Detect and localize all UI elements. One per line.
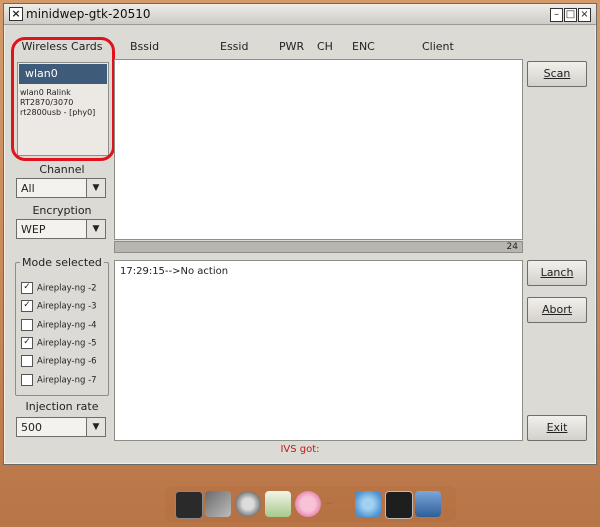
injection-rate-value: 500 bbox=[21, 421, 42, 434]
exit-button[interactable]: Exit bbox=[527, 415, 587, 441]
injection-rate-label: Injection rate bbox=[25, 400, 99, 413]
column-header-pwr[interactable]: PWR bbox=[279, 40, 304, 53]
tools-icon[interactable] bbox=[205, 491, 231, 517]
network-icon[interactable] bbox=[355, 491, 381, 517]
terminal-icon[interactable] bbox=[175, 491, 203, 519]
chevron-down-icon: ▼ bbox=[86, 220, 105, 238]
gears-icon[interactable] bbox=[235, 491, 261, 517]
log-line: 17:29:15-->No action bbox=[120, 266, 229, 277]
column-header-essid[interactable]: Essid bbox=[220, 40, 248, 53]
mode-option-4[interactable]: Aireplay-ng -4 bbox=[21, 319, 97, 333]
mode-option-3[interactable]: ✓ Aireplay-ng -3 bbox=[21, 300, 97, 314]
highlight-ring bbox=[11, 37, 115, 161]
chevron-down-icon: ▼ bbox=[86, 418, 105, 436]
networks-list[interactable] bbox=[114, 59, 523, 240]
mode-option-label: Aireplay-ng -6 bbox=[37, 356, 97, 367]
abort-button[interactable]: Abort bbox=[527, 297, 587, 323]
close-icon[interactable]: × bbox=[9, 7, 23, 21]
mode-option-label: Aireplay-ng -2 bbox=[37, 283, 97, 294]
scan-button[interactable]: Scan bbox=[527, 61, 587, 87]
console-icon[interactable] bbox=[385, 491, 413, 519]
checkbox[interactable] bbox=[21, 355, 33, 367]
channel-label: Channel bbox=[39, 163, 85, 176]
checkbox[interactable] bbox=[21, 374, 33, 386]
checkbox[interactable]: ✓ bbox=[21, 282, 33, 294]
chevron-down-icon: ▼ bbox=[86, 179, 105, 197]
channel-select[interactable]: All ▼ bbox=[16, 178, 106, 198]
mode-option-label: Aireplay-ng -3 bbox=[37, 301, 97, 312]
shell-icon[interactable] bbox=[265, 491, 291, 517]
column-header-bssid[interactable]: Bssid bbox=[130, 40, 159, 53]
dock: ~ bbox=[165, 486, 456, 522]
xfe-icon[interactable] bbox=[415, 491, 441, 517]
minimize-icon[interactable]: – bbox=[550, 8, 563, 22]
progress-bar: 24 bbox=[114, 241, 523, 253]
mode-option-label: Aireplay-ng -5 bbox=[37, 338, 97, 349]
checkbox[interactable]: ✓ bbox=[21, 300, 33, 312]
checkbox[interactable]: ✓ bbox=[21, 337, 33, 349]
channel-value: All bbox=[21, 182, 35, 195]
lanch-button[interactable]: Lanch bbox=[527, 260, 587, 286]
window-title: minidwep-gtk-20510 bbox=[26, 7, 151, 21]
checkbox[interactable] bbox=[21, 319, 33, 331]
encryption-label: Encryption bbox=[32, 204, 92, 217]
mode-option-label: Aireplay-ng -7 bbox=[37, 375, 97, 386]
injection-rate-select[interactable]: 500 ▼ bbox=[16, 417, 106, 437]
mode-label: Mode selected bbox=[20, 256, 104, 269]
bunny-icon[interactable] bbox=[295, 491, 321, 517]
mode-group: Mode selected ✓ Aireplay-ng -2 ✓ Aireplay-… bbox=[15, 256, 109, 396]
log-panel[interactable]: 17:29:15-->No action bbox=[114, 260, 523, 441]
progress-value: 24 bbox=[506, 242, 518, 252]
maximize-icon[interactable]: □ bbox=[564, 8, 577, 22]
mode-option-label: Aireplay-ng -4 bbox=[37, 320, 97, 331]
mode-option-7[interactable]: Aireplay-ng -7 bbox=[21, 374, 97, 388]
mode-option-2[interactable]: ✓ Aireplay-ng -2 bbox=[21, 282, 97, 296]
leafpad-icon[interactable]: ~ bbox=[325, 491, 351, 517]
column-header-ch[interactable]: CH bbox=[317, 40, 333, 53]
encryption-value: WEP bbox=[21, 223, 46, 236]
encryption-select[interactable]: WEP ▼ bbox=[16, 219, 106, 239]
main-window: × minidwep-gtk-20510 – □ × Wireless Cards … bbox=[3, 3, 597, 465]
close-window-icon[interactable]: × bbox=[578, 8, 591, 22]
title-bar: × minidwep-gtk-20510 – □ × bbox=[4, 4, 596, 25]
mode-option-6[interactable]: Aireplay-ng -6 bbox=[21, 355, 97, 369]
column-header-enc[interactable]: ENC bbox=[352, 40, 375, 53]
column-header-client[interactable]: Client bbox=[422, 40, 454, 53]
ivs-status: IVS got: bbox=[280, 444, 320, 455]
mode-option-5[interactable]: ✓ Aireplay-ng -5 bbox=[21, 337, 97, 351]
